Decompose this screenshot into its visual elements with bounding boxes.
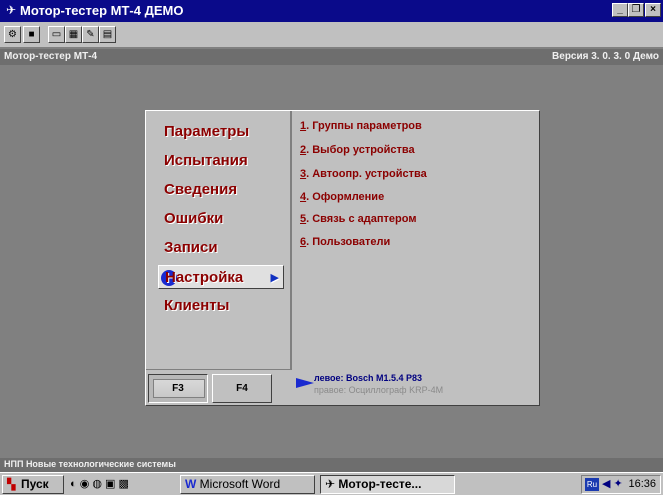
submenu-item[interactable]: 6. Пользователи — [300, 233, 530, 251]
submenu-item[interactable]: 2. Выбор устройства — [300, 141, 530, 159]
main-menu: Параметры Испытания Сведения Ошибки Запи… — [146, 111, 292, 369]
menu-item-settings-label: Настройка — [165, 269, 244, 286]
minimize-button[interactable]: _ — [612, 3, 628, 17]
close-button[interactable]: × — [645, 3, 661, 17]
clock[interactable]: 16:36 — [628, 476, 656, 493]
toolbar: ⚙ ■ ▭ ▦ ✎ ▤ — [0, 22, 663, 48]
footer-bar: НПП Новые технологические системы — [0, 458, 663, 472]
app-icon: ✈ — [5, 3, 17, 17]
header-info-bar: Мотор-тестер МТ-4 Версия 3. 0. 3. 0 Демо — [0, 49, 663, 65]
taskbar: ▚ Пуск ◐ ◉ ◍ ▣ ▩ W Microsoft Word ✈ Мотор… — [0, 472, 663, 495]
restore-button[interactable]: ❐ — [628, 3, 644, 17]
start-label: Пуск — [21, 477, 49, 491]
submenu-item[interactable]: 4. Оформление — [300, 188, 530, 206]
menu-item-clients[interactable]: Клиенты — [164, 294, 289, 318]
f3-label: F3 — [172, 383, 184, 394]
motor-tester-icon: ✈ — [325, 477, 336, 491]
product-name: Мотор-тестер МТ-4 — [4, 51, 98, 62]
edit-icon[interactable]: ✎ — [82, 26, 99, 43]
word-icon: W — [185, 477, 197, 491]
menu-item-errors[interactable]: Ошибки — [164, 207, 289, 231]
task-word[interactable]: W Microsoft Word — [180, 475, 315, 494]
pointer-arrow-icon — [296, 378, 314, 388]
quick-launch-icons[interactable]: ◐ ◉ ◍ ▣ ▩ — [70, 477, 129, 490]
f4-button[interactable]: F4 — [212, 374, 272, 403]
menu-item-info[interactable]: Сведения — [164, 178, 289, 202]
windows-logo-icon: ▚ — [7, 479, 16, 491]
window-title: Мотор-тестер МТ-4 ДЕМО — [20, 3, 184, 18]
menu-item-settings[interactable]: Настройка ▶ — [158, 265, 284, 289]
right-device-label: правое: Осциллограф KRP-4M — [314, 385, 444, 395]
speaker-icon[interactable]: ◀ ✦ — [602, 476, 623, 493]
submenu-item[interactable]: 3. Автоопр. устройства — [300, 165, 530, 183]
title-bar[interactable]: ✈ Мотор-тестер МТ-4 ДЕМО _ ❐ × — [0, 0, 663, 22]
folder-icon[interactable]: ▭ — [48, 26, 65, 43]
menu-item-parameters[interactable]: Параметры — [164, 120, 289, 144]
task-motor-tester[interactable]: ✈ Мотор-тесте... — [320, 475, 455, 494]
menu-item-records[interactable]: Записи — [164, 236, 289, 260]
window-icon[interactable]: ▤ — [99, 26, 116, 43]
stop-icon[interactable]: ■ — [23, 26, 40, 43]
f3-button[interactable]: F3 — [148, 374, 208, 403]
version-label: Версия 3. 0. 3. 0 Демо — [552, 51, 659, 62]
submenu-item[interactable]: 1. Группы параметров — [300, 117, 530, 135]
gear-icon[interactable]: ⚙ — [4, 26, 21, 43]
chart-icon[interactable]: ▦ — [65, 26, 82, 43]
language-indicator[interactable]: Ru — [585, 478, 599, 491]
submenu-arrow-icon: ▶ — [270, 272, 279, 284]
task-motor-tester-label: Мотор-тесте... — [338, 477, 422, 491]
start-button[interactable]: ▚ Пуск — [2, 475, 64, 494]
device-info: левое: Bosch M1.5.4 P83 правое: Осциллог… — [296, 369, 536, 405]
task-word-label: Microsoft Word — [199, 477, 281, 491]
company-name: НПП Новые технологические системы — [4, 459, 176, 469]
main-menu-panel: Параметры Испытания Сведения Ошибки Запи… — [145, 110, 540, 406]
submenu-item[interactable]: 5. Связь с адаптером — [300, 210, 530, 228]
menu-item-tests[interactable]: Испытания — [164, 149, 289, 173]
system-tray: Ru ◀ ✦ 16:36 — [581, 475, 661, 494]
left-device-label: левое: Bosch M1.5.4 P83 — [314, 373, 423, 383]
function-keys: F3 F4 — [146, 369, 292, 405]
